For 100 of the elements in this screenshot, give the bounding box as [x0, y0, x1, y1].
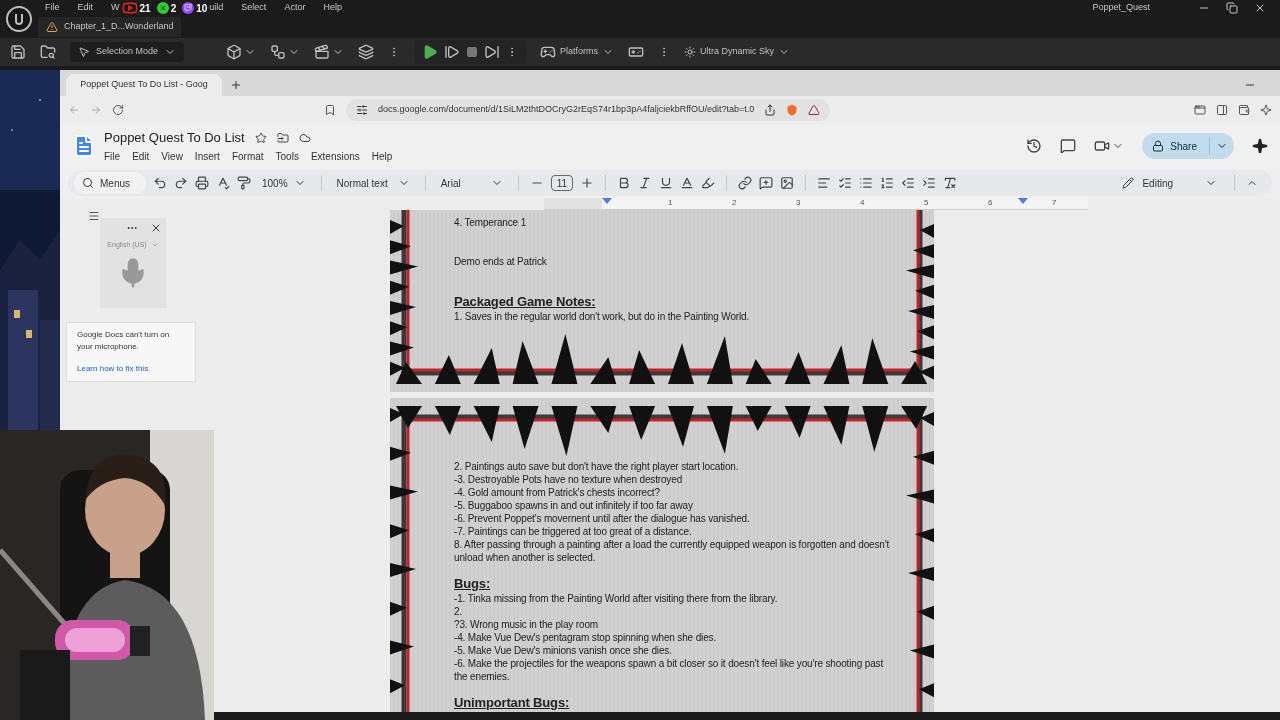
- menu-item[interactable]: Help: [323, 1, 342, 15]
- cursor-icon: [78, 46, 90, 58]
- menu-item[interactable]: Edit: [77, 1, 94, 15]
- add-comment-icon[interactable]: [759, 176, 774, 190]
- play-icon[interactable]: [422, 44, 439, 60]
- engine-logo[interactable]: [6, 6, 32, 32]
- level-tab[interactable]: Chapter_1_D...Wonderland: [38, 17, 182, 37]
- close-icon[interactable]: [1254, 2, 1266, 14]
- section-heading: Bugs:: [454, 576, 492, 592]
- list-line: 2.: [454, 605, 464, 618]
- menu-item[interactable]: Tools: [275, 148, 299, 164]
- ruler-number: 4: [860, 198, 865, 209]
- bold-icon[interactable]: [617, 176, 632, 190]
- address-bar[interactable]: docs.google.com/document/d/1SiLM2thtDOCryG2rEqS74r1bp3pA4faljciekbRffOU/edit?tab=t.0: [346, 99, 831, 121]
- docs-logo[interactable]: [72, 132, 96, 160]
- reload-icon[interactable]: [112, 104, 124, 116]
- wallet-icon[interactable]: [1238, 104, 1250, 116]
- step-icon[interactable]: [444, 44, 461, 60]
- new-tab-icon[interactable]: [230, 79, 242, 91]
- redo-icon[interactable]: [174, 176, 188, 190]
- menu-item[interactable]: Select: [241, 1, 267, 15]
- folder-icon[interactable]: [276, 132, 289, 144]
- bullet-list-icon[interactable]: [859, 176, 874, 190]
- outline-icon[interactable]: [88, 210, 100, 222]
- cloud-icon[interactable]: [298, 132, 311, 144]
- menu-item[interactable]: Insert: [194, 148, 220, 164]
- triangle-icon[interactable]: [808, 104, 821, 116]
- document-title[interactable]: Poppet Quest To Do List: [104, 128, 245, 148]
- indent-increase-icon[interactable]: [922, 176, 937, 190]
- browser-tab[interactable]: Poppet Quest To Do List - Goog: [66, 74, 222, 96]
- share-button[interactable]: Share: [1142, 133, 1234, 159]
- font-dropdown[interactable]: Arial: [436, 175, 507, 191]
- italic-icon[interactable]: [638, 176, 653, 190]
- gamepad-icon[interactable]: [628, 44, 645, 60]
- ruler-number: 2: [732, 198, 737, 209]
- zoom-dropdown[interactable]: 100%: [258, 175, 310, 191]
- close-icon[interactable]: [150, 222, 162, 234]
- site-settings-icon[interactable]: [356, 104, 368, 116]
- sun-icon: [684, 46, 697, 58]
- save-icon[interactable]: [10, 44, 26, 60]
- align-icon[interactable]: [817, 176, 832, 190]
- menu-item[interactable]: File: [45, 1, 60, 15]
- layers-icon[interactable]: [358, 44, 375, 60]
- checklist-icon[interactable]: [838, 176, 853, 190]
- share-icon[interactable]: [764, 104, 777, 116]
- menu-item[interactable]: Extensions: [310, 148, 360, 164]
- list-line: -3. Destroyable Pots have no texture when destroyed: [454, 473, 684, 486]
- link-icon[interactable]: [738, 176, 753, 190]
- add-cube-icon[interactable]: [226, 44, 243, 60]
- menu-search[interactable]: Menus: [74, 172, 146, 194]
- menu-item[interactable]: uild: [209, 1, 224, 15]
- indent-decrease-icon[interactable]: [901, 176, 916, 190]
- mode-dropdown[interactable]: Editing: [1116, 175, 1223, 191]
- menu-item[interactable]: View: [161, 148, 183, 164]
- mode-dropdown[interactable]: Selection Mode: [70, 42, 185, 62]
- history-icon[interactable]: [1026, 138, 1043, 154]
- increase-size-icon[interactable]: [580, 176, 595, 190]
- undo-icon[interactable]: [153, 176, 167, 190]
- menu-item[interactable]: W: [111, 1, 120, 15]
- platforms-dropdown[interactable]: Platforms: [540, 44, 615, 60]
- indent-marker[interactable]: [602, 198, 612, 204]
- folder-search-icon[interactable]: [40, 44, 56, 60]
- font-size-field[interactable]: 11: [550, 175, 574, 191]
- text-color-icon[interactable]: [680, 176, 695, 190]
- bookmark-icon[interactable]: [324, 104, 336, 116]
- badge-count: 10: [196, 1, 208, 16]
- sky-dropdown[interactable]: Ultra Dynamic Sky: [684, 45, 791, 59]
- ruler-number: 1: [668, 198, 673, 209]
- sparkle-icon[interactable]: [1252, 138, 1268, 154]
- menu-item[interactable]: Help: [371, 148, 393, 164]
- menu-item[interactable]: File: [104, 148, 121, 164]
- print-icon[interactable]: [195, 176, 209, 190]
- sidebar-icon[interactable]: [1216, 104, 1228, 116]
- underline-icon[interactable]: [659, 176, 674, 190]
- restore-icon[interactable]: [1226, 2, 1238, 14]
- window-icon[interactable]: [1194, 104, 1206, 116]
- star-icon[interactable]: [254, 132, 267, 144]
- image-icon[interactable]: [780, 176, 795, 190]
- blueprint-icon[interactable]: [270, 44, 287, 60]
- comment-icon[interactable]: [1060, 138, 1077, 154]
- list-line: 4. Temperance 1: [454, 216, 528, 229]
- list-line: -4. Gold amount from Patrick's chests incorrect?: [454, 486, 661, 499]
- help-link[interactable]: Learn how to fix this: [77, 363, 185, 375]
- menu-item[interactable]: Edit: [132, 148, 150, 164]
- numbered-list-icon[interactable]: [880, 176, 895, 190]
- spellcheck-icon[interactable]: [216, 176, 230, 190]
- highlighter-icon[interactable]: [701, 176, 716, 190]
- clapperboard-icon[interactable]: [314, 44, 331, 60]
- eject-icon[interactable]: [484, 44, 501, 60]
- stop-icon[interactable]: [466, 46, 479, 58]
- menu-item[interactable]: Actor: [284, 1, 306, 15]
- clear-format-icon[interactable]: [943, 176, 958, 190]
- paint-format-icon[interactable]: [237, 176, 251, 190]
- gamepad-icon: [156, 2, 169, 14]
- project-name: Poppet_Quest: [1092, 1, 1150, 15]
- badge-count: 2: [170, 1, 177, 16]
- indent-marker[interactable]: [1018, 198, 1028, 204]
- video-icon[interactable]: [1094, 138, 1111, 154]
- menu-item[interactable]: Format: [231, 148, 264, 164]
- style-dropdown[interactable]: Normal text: [332, 175, 414, 191]
